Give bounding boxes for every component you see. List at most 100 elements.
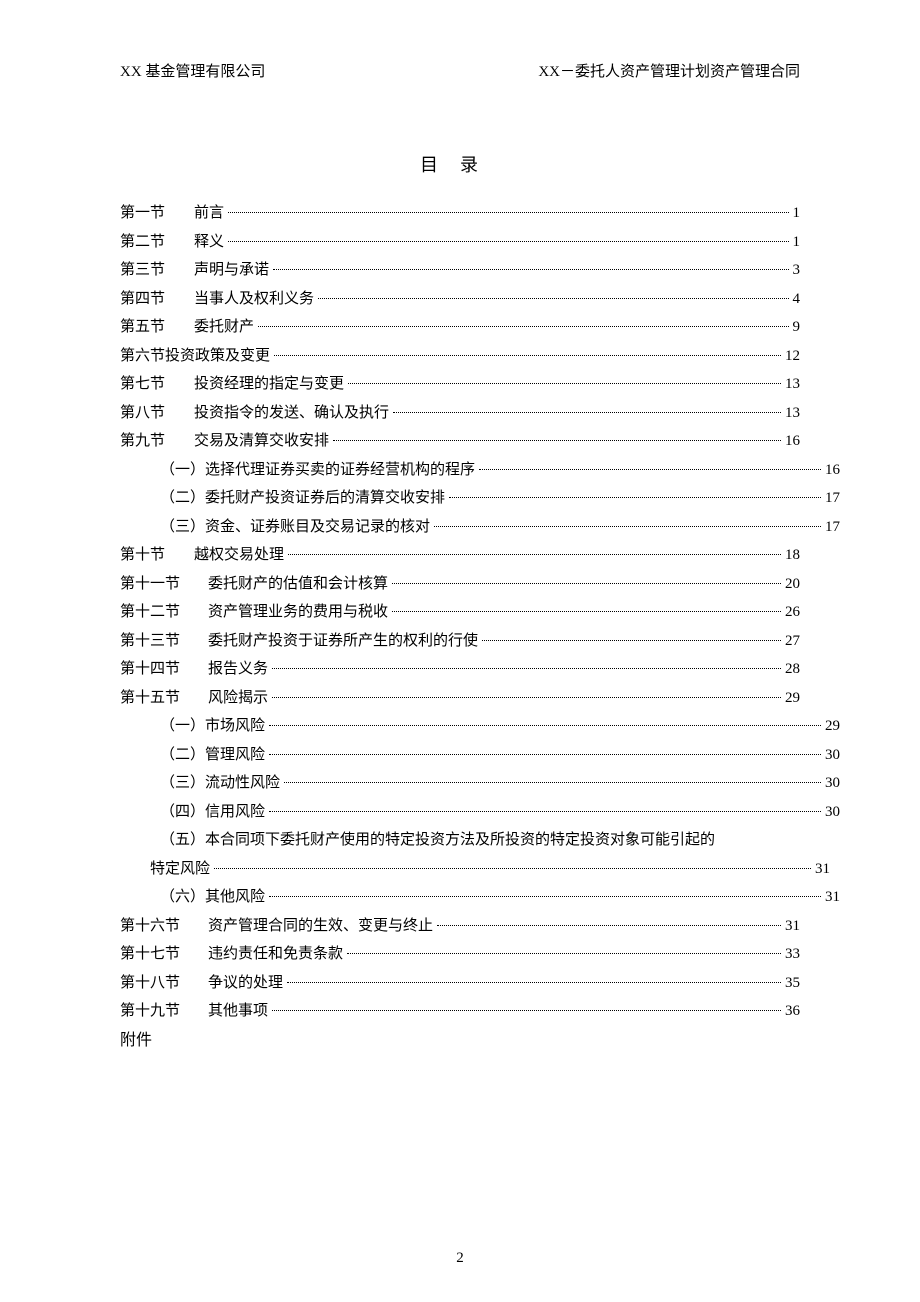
toc-row: 第十二节资产管理业务的费用与税收26 (120, 598, 800, 627)
toc-leader-dots (347, 953, 781, 954)
toc-section-title: 越权交易处理 (194, 541, 286, 570)
toc-leader-dots (273, 269, 788, 270)
toc-row: 第五节委托财产9 (120, 313, 800, 342)
toc-section-title: 委托财产 (194, 313, 256, 342)
toc-leader-dots (284, 782, 821, 783)
toc-section-label: （二） (160, 741, 205, 770)
toc-section-label: 第六节 (120, 342, 165, 371)
toc-section-label: （三） (160, 769, 205, 798)
toc-section-title: 信用风险 (205, 798, 267, 827)
toc-page-number: 31 (823, 883, 840, 912)
toc-section-label: 第四节 (120, 285, 194, 314)
toc-page-number: 30 (823, 798, 840, 827)
toc-leader-dots (482, 640, 781, 641)
toc-page-number: 3 (791, 256, 801, 285)
toc-section-title: 当事人及权利义务 (194, 285, 316, 314)
toc-section-title: 其他事项 (208, 997, 270, 1026)
toc-section-title: 争议的处理 (208, 969, 285, 998)
toc-section-title: 报告义务 (208, 655, 270, 684)
toc-section-label: 第十九节 (120, 997, 208, 1026)
toc-row: 第十三节委托财产投资于证券所产生的权利的行使27 (120, 627, 800, 656)
toc-row: 第十八节争议的处理35 (120, 969, 800, 998)
toc-leader-dots (287, 982, 781, 983)
toc-section-label: 第十五节 (120, 684, 208, 713)
toc-section-title: 投资指令的发送、确认及执行 (194, 399, 391, 428)
page: XX 基金管理有限公司 XX－委托人资产管理计划资产管理合同 目录 第一节前言1… (0, 0, 920, 1302)
toc-section-title: 交易及清算交收安排 (194, 427, 331, 456)
toc-section-title: 委托财产的估值和会计核算 (208, 570, 390, 599)
toc-section-title: 市场风险 (205, 712, 267, 741)
toc-section-label: （三） (160, 513, 205, 542)
toc-row: 第九节交易及清算交收安排16 (120, 427, 800, 456)
toc-section-label: 第二节 (120, 228, 194, 257)
toc-leader-dots (269, 896, 821, 897)
toc-page-number: 35 (783, 969, 800, 998)
toc-row: （三）流动性风险 30 (120, 769, 840, 798)
toc-leader-dots (392, 611, 781, 612)
toc-section-label: （五） (160, 826, 205, 855)
toc-section-label: 第七节 (120, 370, 194, 399)
toc-section-title: 资产管理合同的生效、变更与终止 (208, 912, 435, 941)
toc-page-number: 33 (783, 940, 800, 969)
toc-page-number: 16 (823, 456, 840, 485)
toc-section-label: 第十一节 (120, 570, 208, 599)
toc-section-title: 投资经理的指定与变更 (194, 370, 346, 399)
toc-section-title: 特定风险 (150, 855, 212, 884)
toc-leader-dots (479, 469, 821, 470)
toc-leader-dots (437, 925, 781, 926)
toc-leader-dots (228, 241, 788, 242)
toc-row: 第十一节委托财产的估值和会计核算20 (120, 570, 800, 599)
toc-section-title: 其他风险 (205, 883, 267, 912)
toc-page-number: 13 (783, 399, 800, 428)
toc-section-title: 风险揭示 (208, 684, 270, 713)
toc-leader-dots (258, 326, 788, 327)
toc-page-number: 36 (783, 997, 800, 1026)
toc-leader-dots (228, 212, 788, 213)
toc-leader-dots (272, 668, 781, 669)
toc-page-number: 17 (823, 513, 840, 542)
toc-row: 第一节前言1 (120, 199, 800, 228)
toc-row: 第三节声明与承诺3 (120, 256, 800, 285)
toc-section-label: 第十七节 (120, 940, 208, 969)
toc-title: 目录 (120, 151, 800, 177)
toc-row: 第十五节风险揭示 29 (120, 684, 800, 713)
toc-section-label: 第十六节 (120, 912, 208, 941)
header-right: XX－委托人资产管理计划资产管理合同 (538, 60, 800, 81)
toc-leader-dots (272, 1010, 781, 1011)
toc-row: 第十节越权交易处理18 (120, 541, 800, 570)
toc-leader-dots (269, 754, 821, 755)
toc-page-number: 4 (791, 285, 801, 314)
toc-page-number: 28 (783, 655, 800, 684)
toc-page-number: 30 (823, 769, 840, 798)
toc-page-number: 30 (823, 741, 840, 770)
toc-section-label: 第八节 (120, 399, 194, 428)
toc-row: （六）其他风险 31 (120, 883, 840, 912)
toc-page-number: 31 (813, 855, 830, 884)
toc-leader-dots (434, 526, 821, 527)
toc-section-label: 第十四节 (120, 655, 208, 684)
toc-section-label: 第十三节 (120, 627, 208, 656)
toc-leader-dots (348, 383, 781, 384)
toc-leader-dots (449, 497, 821, 498)
toc-page-number: 29 (823, 712, 840, 741)
toc-row: 第二节释义1 (120, 228, 800, 257)
toc-page-number: 26 (783, 598, 800, 627)
toc-row: （一）选择代理证券买卖的证券经营机构的程序16 (120, 456, 840, 485)
toc-appendix: 附件 (120, 1026, 800, 1056)
toc-section-title: 管理风险 (205, 741, 267, 770)
toc-section-label: 第五节 (120, 313, 194, 342)
toc-section-title: 释义 (194, 228, 226, 257)
toc-page-number: 31 (783, 912, 800, 941)
toc-section-title: 资金、证券账目及交易记录的核对 (205, 513, 432, 542)
toc-section-title: 委托财产投资于证券所产生的权利的行使 (208, 627, 480, 656)
toc-row: 第十六节资产管理合同的生效、变更与终止 31 (120, 912, 800, 941)
toc-row: （三）资金、证券账目及交易记录的核对 17 (120, 513, 840, 542)
toc-leader-dots (393, 412, 781, 413)
toc-page-number: 18 (783, 541, 800, 570)
toc-page-number: 1 (791, 199, 801, 228)
toc-row: 第四节当事人及权利义务 4 (120, 285, 800, 314)
toc-page-number: 29 (783, 684, 800, 713)
toc-section-label: （四） (160, 798, 205, 827)
toc-section-title: 投资政策及变更 (165, 342, 272, 371)
toc-leader-dots (274, 355, 781, 356)
